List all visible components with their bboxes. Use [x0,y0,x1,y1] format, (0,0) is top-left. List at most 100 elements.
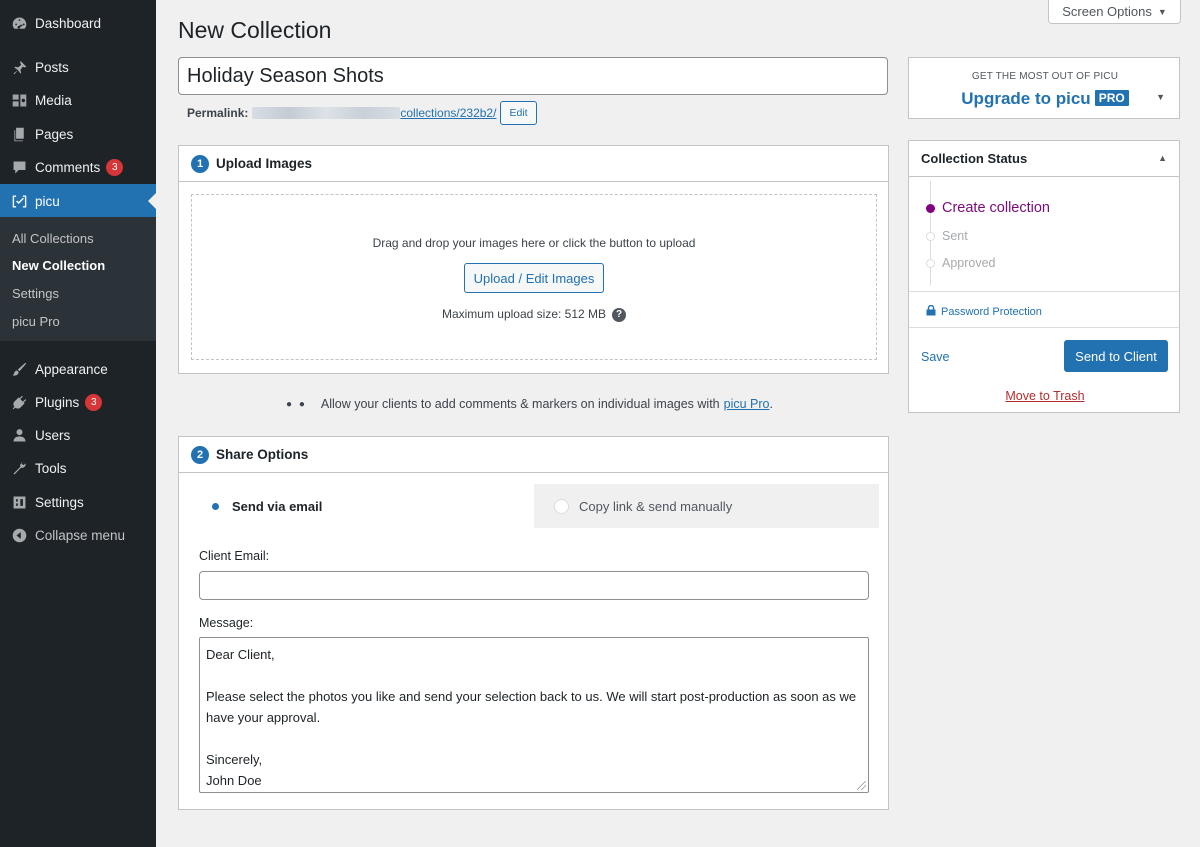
chevron-down-icon[interactable]: ▼ [1156,92,1165,102]
message-textarea[interactable]: Dear Client, Please select the photos yo… [199,637,869,793]
divider [909,327,1179,328]
password-protection-label: Password Protection [941,306,1042,318]
dropzone-instructions: Drag and drop your images here or click … [372,236,696,250]
menu-label: Tools [35,460,67,476]
brush-icon [10,360,28,378]
menu-item-users[interactable]: Users [0,418,156,452]
menu-label: picu [35,193,60,209]
message-line [206,728,862,749]
menu-item-settings[interactable]: Settings [0,485,156,519]
collection-title-input[interactable]: Holiday Season Shots [178,57,888,95]
submenu-new-collection[interactable]: New Collection [12,258,105,273]
client-email-input[interactable] [199,571,869,600]
picu-icon [10,192,28,210]
pages-icon [10,125,28,143]
wrench-icon [10,459,28,477]
message-line: Dear Client, [206,647,275,662]
menu-item-dashboard[interactable]: Dashboard [0,6,156,40]
menu-label: Settings [35,494,84,510]
media-icon [10,91,28,109]
eyes-icon: ● ● [286,398,307,410]
menu-label: Media [35,92,72,108]
max-upload-size-row: Maximum upload size: 512 MB? [192,307,876,322]
settings-icon [10,493,28,511]
menu-item-plugins[interactable]: Plugins 3 [0,385,156,419]
upload-edit-images-button[interactable]: Upload / Edit Images [464,263,604,293]
step-dot-icon [926,231,935,241]
step-number-badge: 1 [191,154,209,173]
users-icon [10,426,28,444]
selected-dot-icon [212,502,219,510]
move-to-trash-link[interactable]: Move to Trash [909,389,1181,403]
menu-item-posts[interactable]: Posts [0,50,156,84]
collection-status-title: Collection Status [921,151,1028,166]
lock-icon [926,304,936,319]
upgrade-promo-box[interactable]: GET THE MOST OUT OF PICU Upgrade to picu… [908,57,1180,119]
save-link[interactable]: Save [921,350,950,364]
collection-status-header[interactable]: Collection Status ▲ [909,141,1179,177]
picu-pro-link[interactable]: picu Pro [724,397,770,411]
collapse-icon [10,526,28,544]
message-label: Message: [199,616,254,630]
comments-count-badge: 3 [106,158,124,176]
admin-sidebar: Dashboard Posts Media Pages Comments 3 p… [0,0,156,847]
menu-label: Users [35,427,71,443]
promo-text: Allow your clients to add comments & mar… [320,397,720,411]
step-label: Create collection [942,200,1050,216]
menu-label: Posts [35,59,69,75]
menu-item-appearance[interactable]: Appearance [0,352,156,386]
comment-icon [10,158,28,176]
menu-label: Pages [35,126,74,142]
chevron-up-icon[interactable]: ▲ [1158,153,1167,163]
help-icon[interactable]: ? [612,307,627,322]
tab-send-via-email[interactable]: Send via email [190,484,534,528]
submenu-settings[interactable]: Settings [12,286,59,301]
permalink-label: Permalink: [187,106,249,120]
message-line: Please select the photos you like and se… [206,689,857,725]
dashboard-icon [10,14,28,32]
menu-label: Collapse menu [35,527,126,543]
screen-options-button[interactable]: Screen Options ▼ [1048,0,1181,24]
tab-label: Send via email [232,498,323,514]
permalink-row: Permalink: collections/232b2/ Edit [187,101,537,125]
tab-copy-link[interactable]: Copy link & send manually [534,484,879,528]
plugin-icon [10,393,28,411]
step-dot-icon [926,258,935,268]
menu-label: Plugins [35,394,80,410]
password-protection-link[interactable]: Password Protection [926,304,1042,319]
radio-icon [554,498,569,514]
menu-item-media[interactable]: Media [0,83,156,117]
step-label: Approved [942,256,996,270]
current-menu-arrow [148,193,156,209]
screen-options-label: Screen Options [1062,4,1152,19]
share-options-box: 2 Share Options Send via email Copy link… [178,436,889,810]
menu-label: Comments [35,159,101,175]
send-to-client-button[interactable]: Send to Client [1064,340,1168,372]
pin-icon [10,58,28,76]
menu-item-tools[interactable]: Tools [0,451,156,485]
step-dot-icon [926,203,935,213]
upload-images-header: 1 Upload Images [179,146,888,182]
menu-item-pages[interactable]: Pages [0,117,156,151]
promo-period: . [769,397,773,411]
menu-item-comments[interactable]: Comments 3 [0,150,156,184]
menu-item-picu[interactable]: picu [0,184,156,218]
permalink-link[interactable]: collections/232b2/ [400,106,496,120]
image-dropzone[interactable]: Drag and drop your images here or click … [191,194,877,360]
divider [909,291,1179,292]
submenu-all-collections[interactable]: All Collections [12,231,94,246]
submenu-picu-pro[interactable]: picu Pro [12,314,60,329]
upgrade-tagline: GET THE MOST OUT OF PICU [971,71,1119,82]
pro-badge: PRO [1094,90,1129,106]
permalink-edit-button[interactable]: Edit [500,101,537,125]
pro-promo-notice: ● ● Allow your clients to add comments &… [286,397,773,411]
menu-label: Appearance [35,361,108,377]
tab-label: Copy link & send manually [579,498,733,514]
chevron-down-icon: ▼ [1157,6,1167,17]
status-step-approved: Approved [926,256,996,270]
permalink-domain-blurred [252,107,401,119]
page-title: New Collection [178,17,332,43]
upgrade-heading: Upgrade to picu PRO [909,89,1181,109]
resize-handle[interactable] [857,781,866,790]
collapse-menu-button[interactable]: Collapse menu [0,518,156,552]
